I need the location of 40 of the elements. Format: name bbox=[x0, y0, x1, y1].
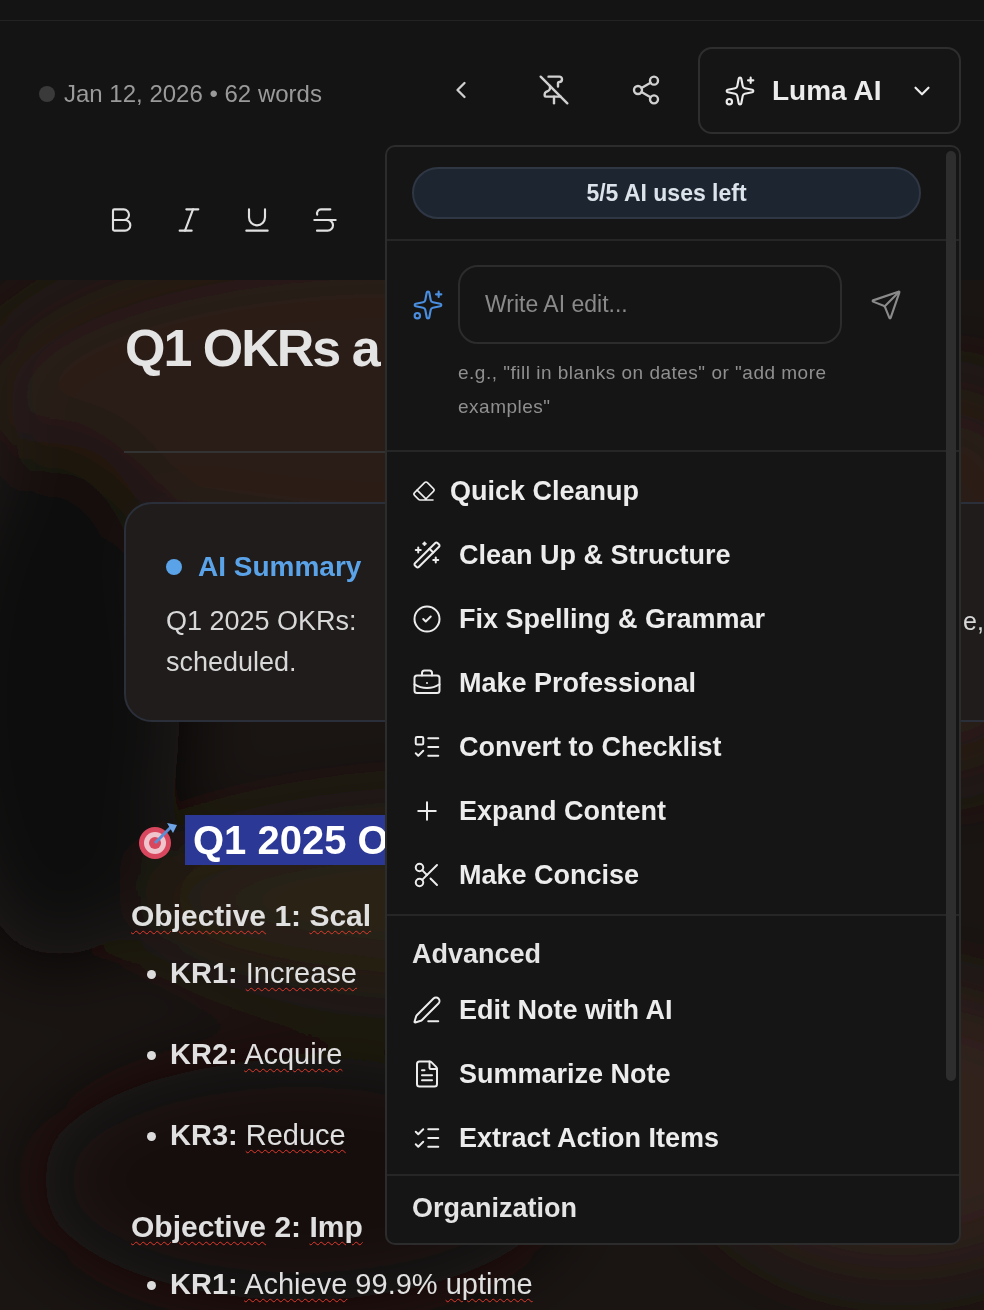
share-icon[interactable] bbox=[630, 74, 662, 106]
menu-item[interactable]: Extract Action Items bbox=[387, 1106, 947, 1170]
pen-icon bbox=[412, 995, 442, 1025]
bullet-icon bbox=[147, 969, 156, 979]
sparkle-icon bbox=[412, 289, 444, 321]
send-icon[interactable] bbox=[870, 288, 902, 321]
summary-text: scheduled. bbox=[166, 646, 297, 679]
sparkle-icon bbox=[724, 74, 756, 107]
hint-text: e.g., "fill in blanks on dates" or "add more examples" bbox=[458, 361, 828, 419]
summary-heading: AI Summary bbox=[198, 550, 362, 584]
magic-wand-icon bbox=[412, 540, 442, 570]
section-label: Advanced bbox=[411, 938, 543, 971]
objective-heading: Objective 1: Scal bbox=[131, 898, 372, 934]
menu-item[interactable]: Summarize Note bbox=[387, 1042, 947, 1106]
menu-item[interactable]: Fix Spelling & Grammar bbox=[387, 587, 947, 651]
usage-badge: 5/5 AI uses left bbox=[412, 167, 921, 219]
menu-item[interactable]: Edit Note with AI bbox=[387, 978, 947, 1042]
bullet-icon bbox=[147, 1050, 156, 1060]
ai-assistant-button[interactable]: Luma AI bbox=[698, 47, 961, 134]
key-result: KR3: Reduce bbox=[170, 1118, 346, 1154]
ai-edit-field[interactable]: Write AI edit... bbox=[458, 265, 842, 344]
check-circle-icon bbox=[412, 604, 442, 634]
key-result: KR1: Increase bbox=[170, 956, 357, 992]
section-label: Organization bbox=[411, 1192, 578, 1225]
menu-item[interactable]: Quick Cleanup bbox=[387, 459, 947, 523]
key-result: KR1: Achieve 99.9% uptime bbox=[170, 1267, 533, 1303]
note-meta: Jan 12, 2026 • 62 words bbox=[64, 79, 322, 109]
summary-text: Q1 2025 OKRs: bbox=[166, 605, 357, 638]
menu-item[interactable]: Clean Up & Structure bbox=[387, 523, 947, 587]
eraser-icon bbox=[412, 479, 436, 503]
bullet-icon bbox=[147, 1131, 156, 1141]
key-result: KR2: Acquire bbox=[170, 1037, 343, 1073]
scrollbar[interactable] bbox=[946, 151, 956, 1081]
menu-item[interactable]: Convert to Checklist bbox=[387, 715, 947, 779]
menu-item[interactable]: Make Professional bbox=[387, 651, 947, 715]
summary-text: e, bbox=[963, 606, 984, 637]
objective-heading: Objective 2: Imp bbox=[131, 1209, 363, 1245]
note-title: Q1 OKRs a bbox=[125, 322, 379, 374]
bullet-icon bbox=[147, 1280, 156, 1290]
unpin-icon[interactable] bbox=[538, 74, 570, 106]
